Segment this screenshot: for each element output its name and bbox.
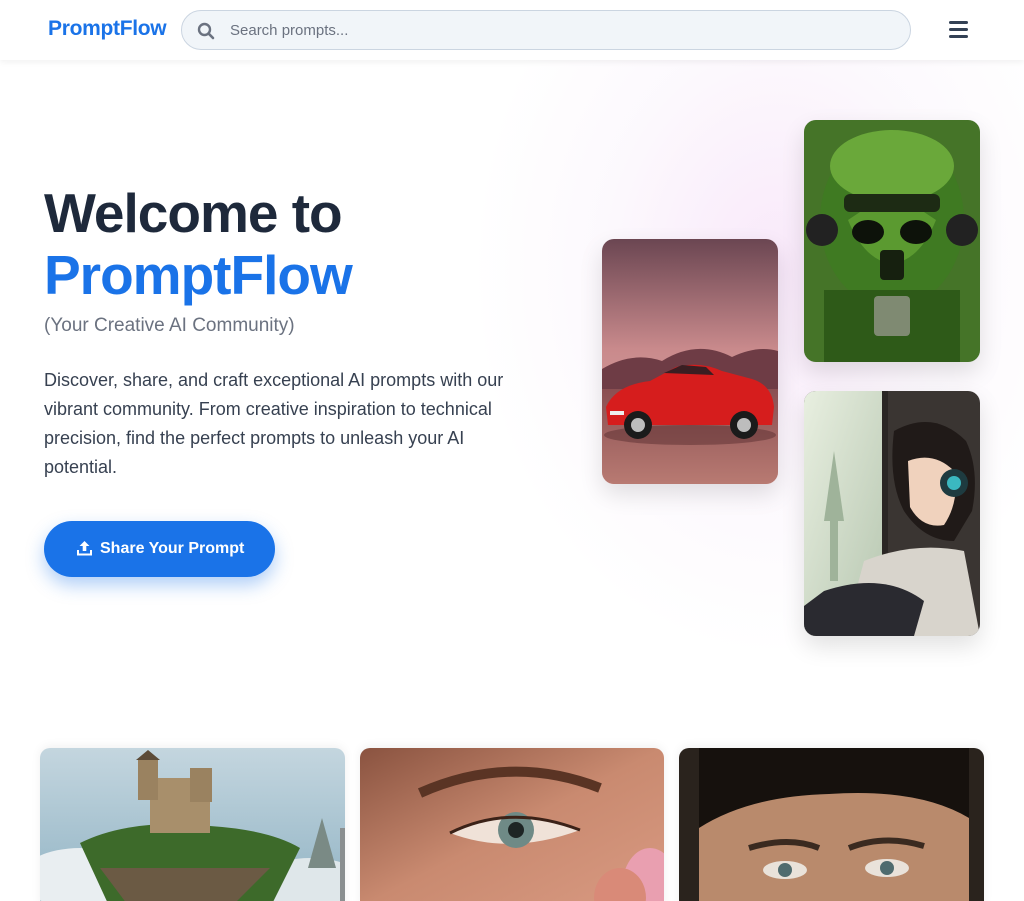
search-bar[interactable]	[181, 10, 911, 50]
share-prompt-button[interactable]: Share Your Prompt	[44, 521, 275, 577]
floating-island-image	[40, 748, 345, 901]
hero-image-anime-girl[interactable]	[804, 391, 980, 636]
top-navbar: PromptFlow	[0, 0, 1024, 60]
hero-title-line1: Welcome to	[44, 182, 343, 244]
share-prompt-label: Share Your Prompt	[100, 540, 245, 557]
gallery-card-man-portrait[interactable]	[679, 748, 984, 901]
gallery-card-freckled-face[interactable]	[360, 748, 664, 901]
red-car-image	[602, 239, 778, 484]
moss-trooper-image	[804, 120, 980, 362]
freckled-face-image	[360, 748, 664, 901]
upload-icon	[77, 541, 92, 556]
search-icon	[197, 22, 215, 40]
gallery-card-floating-island[interactable]	[40, 748, 345, 901]
brand-logo[interactable]: PromptFlow	[48, 17, 167, 41]
hero-title-brand: PromptFlow	[44, 244, 353, 306]
man-portrait-image	[679, 748, 984, 901]
search-input[interactable]	[230, 11, 890, 49]
hamburger-menu-icon[interactable]	[947, 18, 971, 42]
hero-description: Discover, share, and craft exceptional A…	[44, 370, 504, 477]
hero-title: Welcome to PromptFlow	[44, 182, 353, 306]
hero-image-moss-trooper[interactable]	[804, 120, 980, 362]
anime-girl-image	[804, 391, 980, 636]
hero-subtitle: (Your Creative AI Community)	[44, 315, 295, 336]
hero-image-red-car[interactable]	[602, 239, 778, 484]
